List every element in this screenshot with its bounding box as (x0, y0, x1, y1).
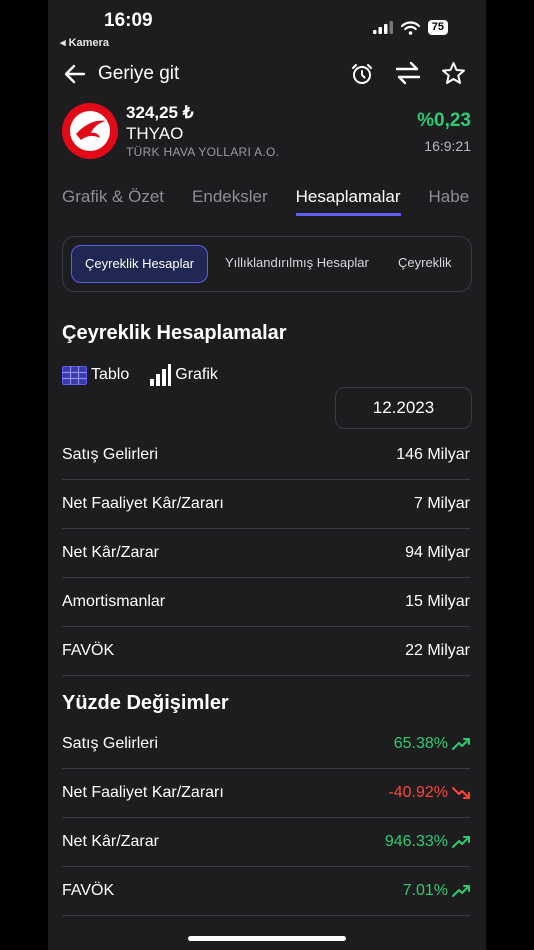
chart-view-button[interactable]: Grafik (149, 364, 218, 386)
table-view-button[interactable]: Tablo (62, 365, 130, 385)
trend-up-icon (452, 737, 470, 750)
trend-down-icon (452, 786, 470, 799)
row-label: Net Kâr/Zarar (62, 832, 159, 850)
company-name: TÜRK HAVA YOLLARI A.O. (126, 145, 280, 159)
table-row: FAVÖK 7.01% (62, 866, 470, 916)
row-label: FAVÖK (62, 881, 115, 899)
row-label: Satış Gelirleri (62, 445, 159, 463)
status-time: 16:09 (104, 10, 153, 31)
signal-icon (372, 21, 393, 34)
tab-news[interactable]: Habe (429, 187, 470, 216)
status-icons: 75 (372, 20, 448, 35)
calculation-type-segment: Çeyreklik Hesaplar Yıllıklandırılmış Hes… (62, 236, 472, 292)
back-button-label[interactable]: Geriye git (98, 63, 179, 85)
table-row: Net Kâr/Zarar 94 Milyar (62, 528, 470, 578)
row-label: Net Kâr/Zarar (62, 543, 159, 561)
table-row: Satış Gelirleri 146 Milyar (62, 430, 470, 480)
period-selector[interactable]: 12.2023 (335, 387, 472, 429)
app-screen: 16:09 ◂ Kamera 75 Geriye git 324,25 ₺ TH… (48, 0, 486, 950)
table-view-label: Tablo (91, 366, 130, 383)
trend-up-icon (452, 835, 470, 848)
row-value: 7 Milyar (413, 494, 470, 512)
table-row: Net Faaliyet Kâr/Zararı 7 Milyar (62, 479, 470, 529)
wifi-icon (400, 20, 420, 35)
bar-chart-icon (150, 364, 172, 386)
row-value: -40.92% (388, 783, 448, 801)
swap-icon[interactable] (395, 61, 421, 85)
alarm-icon[interactable] (350, 62, 374, 86)
row-value: 15 Milyar (405, 592, 470, 610)
airline-logo-icon (70, 111, 110, 151)
table-row: Satış Gelirleri 65.38% (62, 719, 470, 769)
row-label: Amortismanlar (62, 592, 166, 610)
battery-icon: 75 (427, 20, 448, 35)
tab-calculations[interactable]: Hesaplamalar (295, 187, 401, 216)
row-value: 146 Milyar (396, 445, 470, 463)
row-value: 7.01% (402, 881, 448, 899)
price-change: %0,23 (417, 110, 471, 131)
row-value: 65.38% (393, 734, 448, 752)
row-label: FAVÖK (62, 641, 115, 659)
back-to-app-link[interactable]: ◂ Kamera (60, 36, 109, 49)
view-switch: Tablo Grafik (62, 364, 218, 386)
segment-quarterly[interactable]: Çeyreklik Hesaplar (71, 245, 209, 283)
company-logo (62, 103, 118, 159)
row-label: Net Faaliyet Kâr/Zararı (62, 494, 224, 512)
trend-up-icon (452, 884, 470, 897)
row-label: Satış Gelirleri (62, 734, 159, 752)
star-icon[interactable] (441, 61, 466, 85)
table-icon (62, 365, 87, 385)
row-value: 22 Milyar (405, 641, 470, 659)
stock-ticker: THYAO (126, 124, 184, 143)
table-row: Net Kâr/Zarar 946.33% (62, 817, 470, 867)
tab-bar: Grafik & Özet Endeksler Hesaplamalar Hab… (62, 187, 469, 216)
table-row: Amortismanlar 15 Milyar (62, 577, 470, 627)
back-arrow-icon[interactable] (64, 64, 86, 84)
segment-annualized[interactable]: Yıllıklandırılmış Hesaplar (225, 245, 369, 281)
home-indicator[interactable] (188, 936, 346, 941)
last-update-time: 16:9:21 (424, 138, 471, 154)
tab-graph-summary[interactable]: Grafik & Özet (62, 187, 164, 216)
table-row: Net Faaliyet Kar/Zararı -40.92% (62, 768, 470, 818)
section-title: Çeyreklik Hesaplamalar (62, 322, 287, 344)
row-value: 94 Milyar (405, 543, 470, 561)
tab-indices[interactable]: Endeksler (192, 187, 268, 216)
percent-section-title: Yüzde Değişimler (62, 692, 229, 714)
chart-view-label: Grafik (175, 366, 218, 383)
row-value: 946.33% (384, 832, 448, 850)
table-row: FAVÖK 22 Milyar (62, 626, 470, 676)
row-label: Net Faaliyet Kar/Zararı (62, 783, 224, 801)
stock-price: 324,25 ₺ (126, 103, 194, 122)
segment-quarterly-2[interactable]: Çeyreklik (398, 245, 451, 281)
